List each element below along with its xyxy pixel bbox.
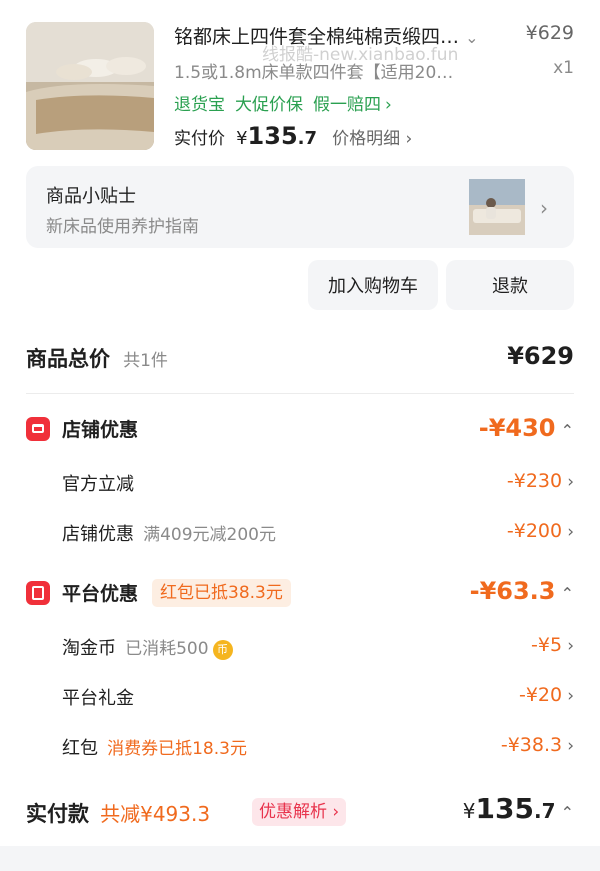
tip-subtitle: 新床品使用养护指南 — [46, 217, 199, 237]
product-spec[interactable]: 1.5或1.8m床单款四件套【适用20… — [174, 58, 453, 83]
total-label-group: 商品总价 共1件 — [26, 343, 168, 373]
shop-discount-title: 店铺优惠 — [62, 419, 139, 441]
saved-amount: 共减¥493.3 — [100, 802, 211, 826]
paid-price-row: 实付价 ¥135.7 价格明细 › — [174, 122, 412, 150]
discount-item-taojinbi: 淘金币 已消耗500 币 — [62, 634, 233, 660]
discount-item-redpacket-amount[interactable]: -¥38.3 › — [501, 734, 574, 756]
discount-item-amount: -¥200 — [506, 520, 563, 542]
discount-item-amount: -¥5 — [531, 634, 563, 656]
discount-item-note: 消费券已抵18.3元 — [107, 739, 247, 759]
paid-price-dec: .7 — [297, 128, 318, 149]
paid-price-int: 135 — [247, 122, 298, 150]
shop-discount-toggle[interactable]: -¥430 ⌃ — [479, 414, 574, 442]
paid-price-currency: ¥ — [236, 128, 248, 149]
product-title-text: 铭都床上四件套全棉纯棉贡缎四… — [174, 26, 460, 48]
discount-item-shop: 店铺优惠 满409元减200元 — [62, 520, 276, 546]
tip-title: 商品小贴士 — [46, 186, 136, 207]
discount-item-label: 官方立减 — [62, 474, 134, 495]
chevron-up-icon: ⌃ — [560, 421, 574, 440]
platform-icon — [26, 581, 50, 605]
guarantee-price-protect: 大促价保 — [235, 95, 303, 115]
redpacket-badge: 红包已抵38.3元 — [152, 579, 291, 607]
product-quantity: x1 — [553, 58, 574, 78]
payable-currency: ¥ — [462, 799, 476, 823]
discount-item-official[interactable]: -¥230 › — [507, 470, 574, 492]
platform-discount-title: 平台优惠 — [62, 583, 139, 605]
total-count: 共1件 — [123, 351, 168, 371]
discount-item-label: 平台礼金 — [62, 688, 134, 709]
guarantee-fake-compensate: 假一赔四 — [313, 95, 381, 115]
platform-discount-toggle[interactable]: -¥63.3 ⌃ — [470, 577, 574, 605]
discount-item-label: 淘金币 — [62, 638, 116, 659]
guarantee-row[interactable]: 退货宝 大促价保 假一赔四 › — [174, 90, 402, 115]
product-price: ¥629 — [525, 22, 574, 44]
chevron-up-icon: ⌃ — [560, 803, 574, 822]
paid-price-label: 实付价 — [174, 129, 225, 149]
add-to-cart-button[interactable]: 加入购物车 — [308, 260, 438, 310]
discount-item-redpacket: 红包 消费券已抵18.3元 — [62, 734, 247, 760]
divider — [26, 393, 574, 394]
total-amount: ¥629 — [507, 342, 574, 370]
shop-discount-amount: -¥430 — [478, 414, 556, 442]
chevron-right-icon: › — [567, 686, 574, 706]
discount-item-label: 红包 — [62, 738, 98, 759]
total-label: 商品总价 — [26, 347, 110, 371]
discount-item-shop-amount[interactable]: -¥200 › — [507, 520, 574, 542]
chevron-up-icon: ⌃ — [560, 584, 574, 603]
chevron-right-icon: › — [567, 522, 574, 542]
discount-analysis-button[interactable]: 优惠解析 › — [252, 798, 347, 826]
discount-item-gift-amount[interactable]: -¥20 › — [519, 684, 574, 706]
chevron-down-icon[interactable]: ⌄ — [465, 28, 478, 47]
guarantee-return: 退货宝 — [174, 95, 225, 115]
chevron-right-icon: › — [385, 95, 392, 115]
payable-label-group: 实付款 共减¥493.3 — [26, 798, 210, 828]
tip-image — [469, 179, 525, 235]
chevron-right-icon: › — [567, 472, 574, 492]
refund-button[interactable]: 退款 — [446, 260, 574, 310]
coin-icon: 币 — [212, 639, 233, 660]
price-detail-link[interactable]: 价格明细 › — [332, 129, 412, 149]
discount-item-label: 店铺优惠 — [62, 524, 134, 545]
product-thumbnail[interactable] — [26, 22, 154, 150]
discount-item-note: 已消耗500 — [125, 639, 209, 659]
chevron-right-icon: › — [567, 736, 574, 756]
bottom-bar — [0, 846, 600, 871]
chevron-right-icon: › — [332, 802, 340, 822]
payable-int: 135 — [475, 792, 534, 825]
payable-amount-toggle[interactable]: ¥135.7 ⌃ — [463, 792, 574, 825]
shop-icon — [26, 417, 50, 441]
discount-item-amount: -¥230 — [506, 470, 563, 492]
discount-item-taojinbi-amount[interactable]: -¥5 › — [531, 634, 574, 656]
product-title[interactable]: 铭都床上四件套全棉纯棉贡缎四… ⌄ — [174, 22, 478, 49]
platform-discount-amount: -¥63.3 — [469, 577, 556, 605]
chevron-right-icon: › — [405, 129, 413, 149]
chevron-right-icon: › — [540, 196, 548, 220]
discount-item-amount: -¥38.3 — [500, 734, 563, 756]
discount-item-amount: -¥20 — [518, 684, 563, 706]
price-detail-label: 价格明细 — [332, 129, 401, 149]
payable-label: 实付款 — [26, 802, 89, 826]
discount-item-note: 满409元减200元 — [143, 525, 276, 545]
payable-dec: .7 — [533, 799, 556, 823]
chevron-right-icon: › — [567, 636, 574, 656]
discount-analysis-label: 优惠解析 — [259, 802, 327, 822]
